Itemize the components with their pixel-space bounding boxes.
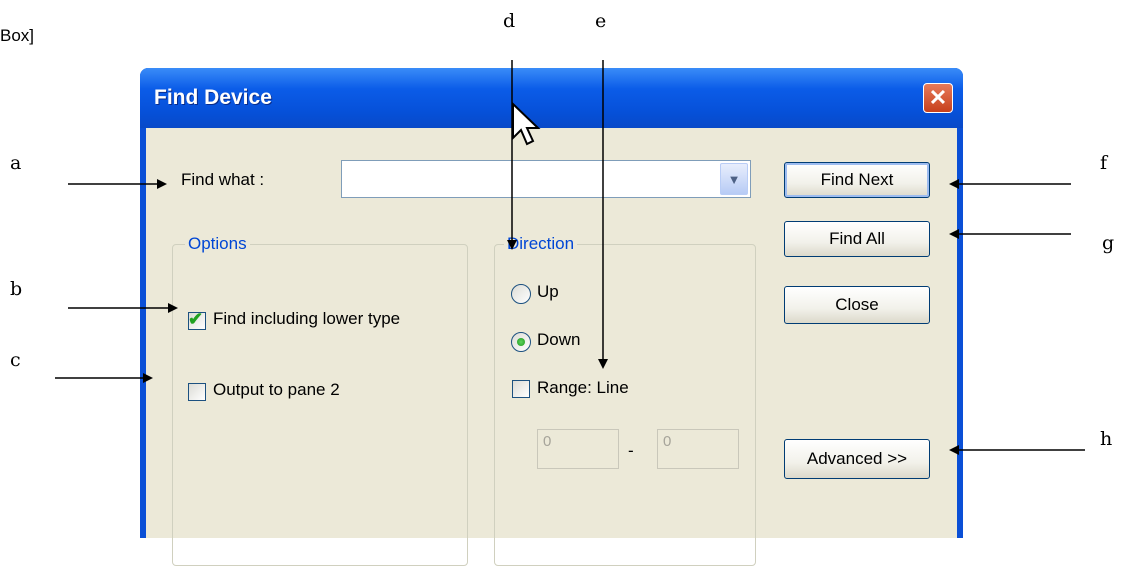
annotation-arrows (55, 60, 1085, 455)
